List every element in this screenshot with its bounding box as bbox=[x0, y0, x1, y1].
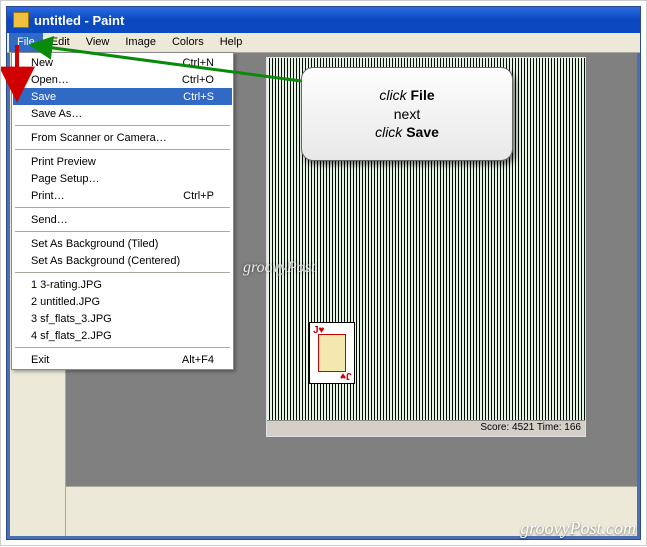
file-menu: New Ctrl+N Open… Ctrl+O Save Ctrl+S Save As… Fr… bbox=[11, 52, 234, 370]
titlebar: untitled - Paint bbox=[7, 7, 640, 33]
menu-item-label: Set As Background (Centered) bbox=[31, 255, 180, 267]
menu-item[interactable]: 2 untitled.JPG bbox=[13, 293, 232, 310]
menu-item-shortcut: Ctrl+N bbox=[183, 57, 214, 69]
menu-item[interactable]: Save As… bbox=[13, 105, 232, 122]
brand-text: groovyPost.com bbox=[520, 518, 636, 539]
menu-item-label: Save bbox=[31, 91, 56, 103]
menu-item-label: Exit bbox=[31, 354, 49, 366]
menu-item-shortcut: Ctrl+P bbox=[183, 190, 214, 202]
menu-item-label: Page Setup… bbox=[31, 173, 100, 185]
menu-item[interactable]: Set As Background (Centered) bbox=[13, 252, 232, 269]
callout-text: next bbox=[394, 105, 420, 124]
callout-text-bold: File bbox=[411, 87, 435, 103]
app-icon bbox=[13, 12, 29, 28]
menu-separator bbox=[15, 149, 230, 150]
menu-item-label: 4 sf_flats_2.JPG bbox=[31, 330, 112, 342]
menubar: FileEditViewImageColorsHelp bbox=[7, 33, 640, 53]
window-title: untitled - Paint bbox=[34, 13, 124, 28]
menu-view[interactable]: View bbox=[78, 33, 118, 52]
callout-text: click bbox=[379, 87, 410, 103]
watermark-text: groovyPost bbox=[243, 259, 315, 277]
menu-item-label: Send… bbox=[31, 214, 68, 226]
menu-item[interactable]: 1 3-rating.JPG bbox=[13, 276, 232, 293]
menu-colors[interactable]: Colors bbox=[164, 33, 212, 52]
menu-help[interactable]: Help bbox=[212, 33, 251, 52]
menu-item-label: Print Preview bbox=[31, 156, 96, 168]
menu-item[interactable]: Print… Ctrl+P bbox=[13, 187, 232, 204]
menu-item[interactable]: Open… Ctrl+O bbox=[13, 71, 232, 88]
menu-separator bbox=[15, 272, 230, 273]
game-status-text: Score: 4521 Time: 166 bbox=[267, 420, 585, 436]
menu-item-label: 3 sf_flats_3.JPG bbox=[31, 313, 112, 325]
menu-item-shortcut: Ctrl+S bbox=[183, 91, 214, 103]
menu-item[interactable]: Send… bbox=[13, 211, 232, 228]
menu-item[interactable]: Set As Background (Tiled) bbox=[13, 235, 232, 252]
menu-item-label: New bbox=[31, 57, 53, 69]
menu-item[interactable]: Page Setup… bbox=[13, 170, 232, 187]
menu-item[interactable]: From Scanner or Camera… bbox=[13, 129, 232, 146]
menu-file[interactable]: File bbox=[9, 33, 43, 52]
menu-separator bbox=[15, 231, 230, 232]
menu-item-label: Open… bbox=[31, 74, 69, 86]
callout-text: click bbox=[375, 124, 406, 140]
menu-item[interactable]: Print Preview bbox=[13, 153, 232, 170]
menu-item-label: Print… bbox=[31, 190, 65, 202]
menu-item-label: 2 untitled.JPG bbox=[31, 296, 100, 308]
menu-item[interactable]: Exit Alt+F4 bbox=[13, 351, 232, 368]
menu-image[interactable]: Image bbox=[117, 33, 164, 52]
menu-item-shortcut: Alt+F4 bbox=[182, 354, 214, 366]
menu-edit[interactable]: Edit bbox=[43, 33, 78, 52]
menu-item-label: From Scanner or Camera… bbox=[31, 132, 167, 144]
menu-item-label: Save As… bbox=[31, 108, 82, 120]
menu-separator bbox=[15, 207, 230, 208]
menu-item-label: 1 3-rating.JPG bbox=[31, 279, 102, 291]
menu-item[interactable]: Save Ctrl+S bbox=[13, 88, 232, 105]
menu-separator bbox=[15, 347, 230, 348]
menu-separator bbox=[15, 125, 230, 126]
callout-text-bold: Save bbox=[406, 124, 439, 140]
instruction-callout: click File next click Save bbox=[301, 67, 513, 161]
playing-card bbox=[309, 322, 355, 384]
menu-item[interactable]: 4 sf_flats_2.JPG bbox=[13, 327, 232, 344]
menu-item-label: Set As Background (Tiled) bbox=[31, 238, 158, 250]
menu-item[interactable]: New Ctrl+N bbox=[13, 54, 232, 71]
menu-item[interactable]: 3 sf_flats_3.JPG bbox=[13, 310, 232, 327]
menu-item-shortcut: Ctrl+O bbox=[182, 74, 214, 86]
